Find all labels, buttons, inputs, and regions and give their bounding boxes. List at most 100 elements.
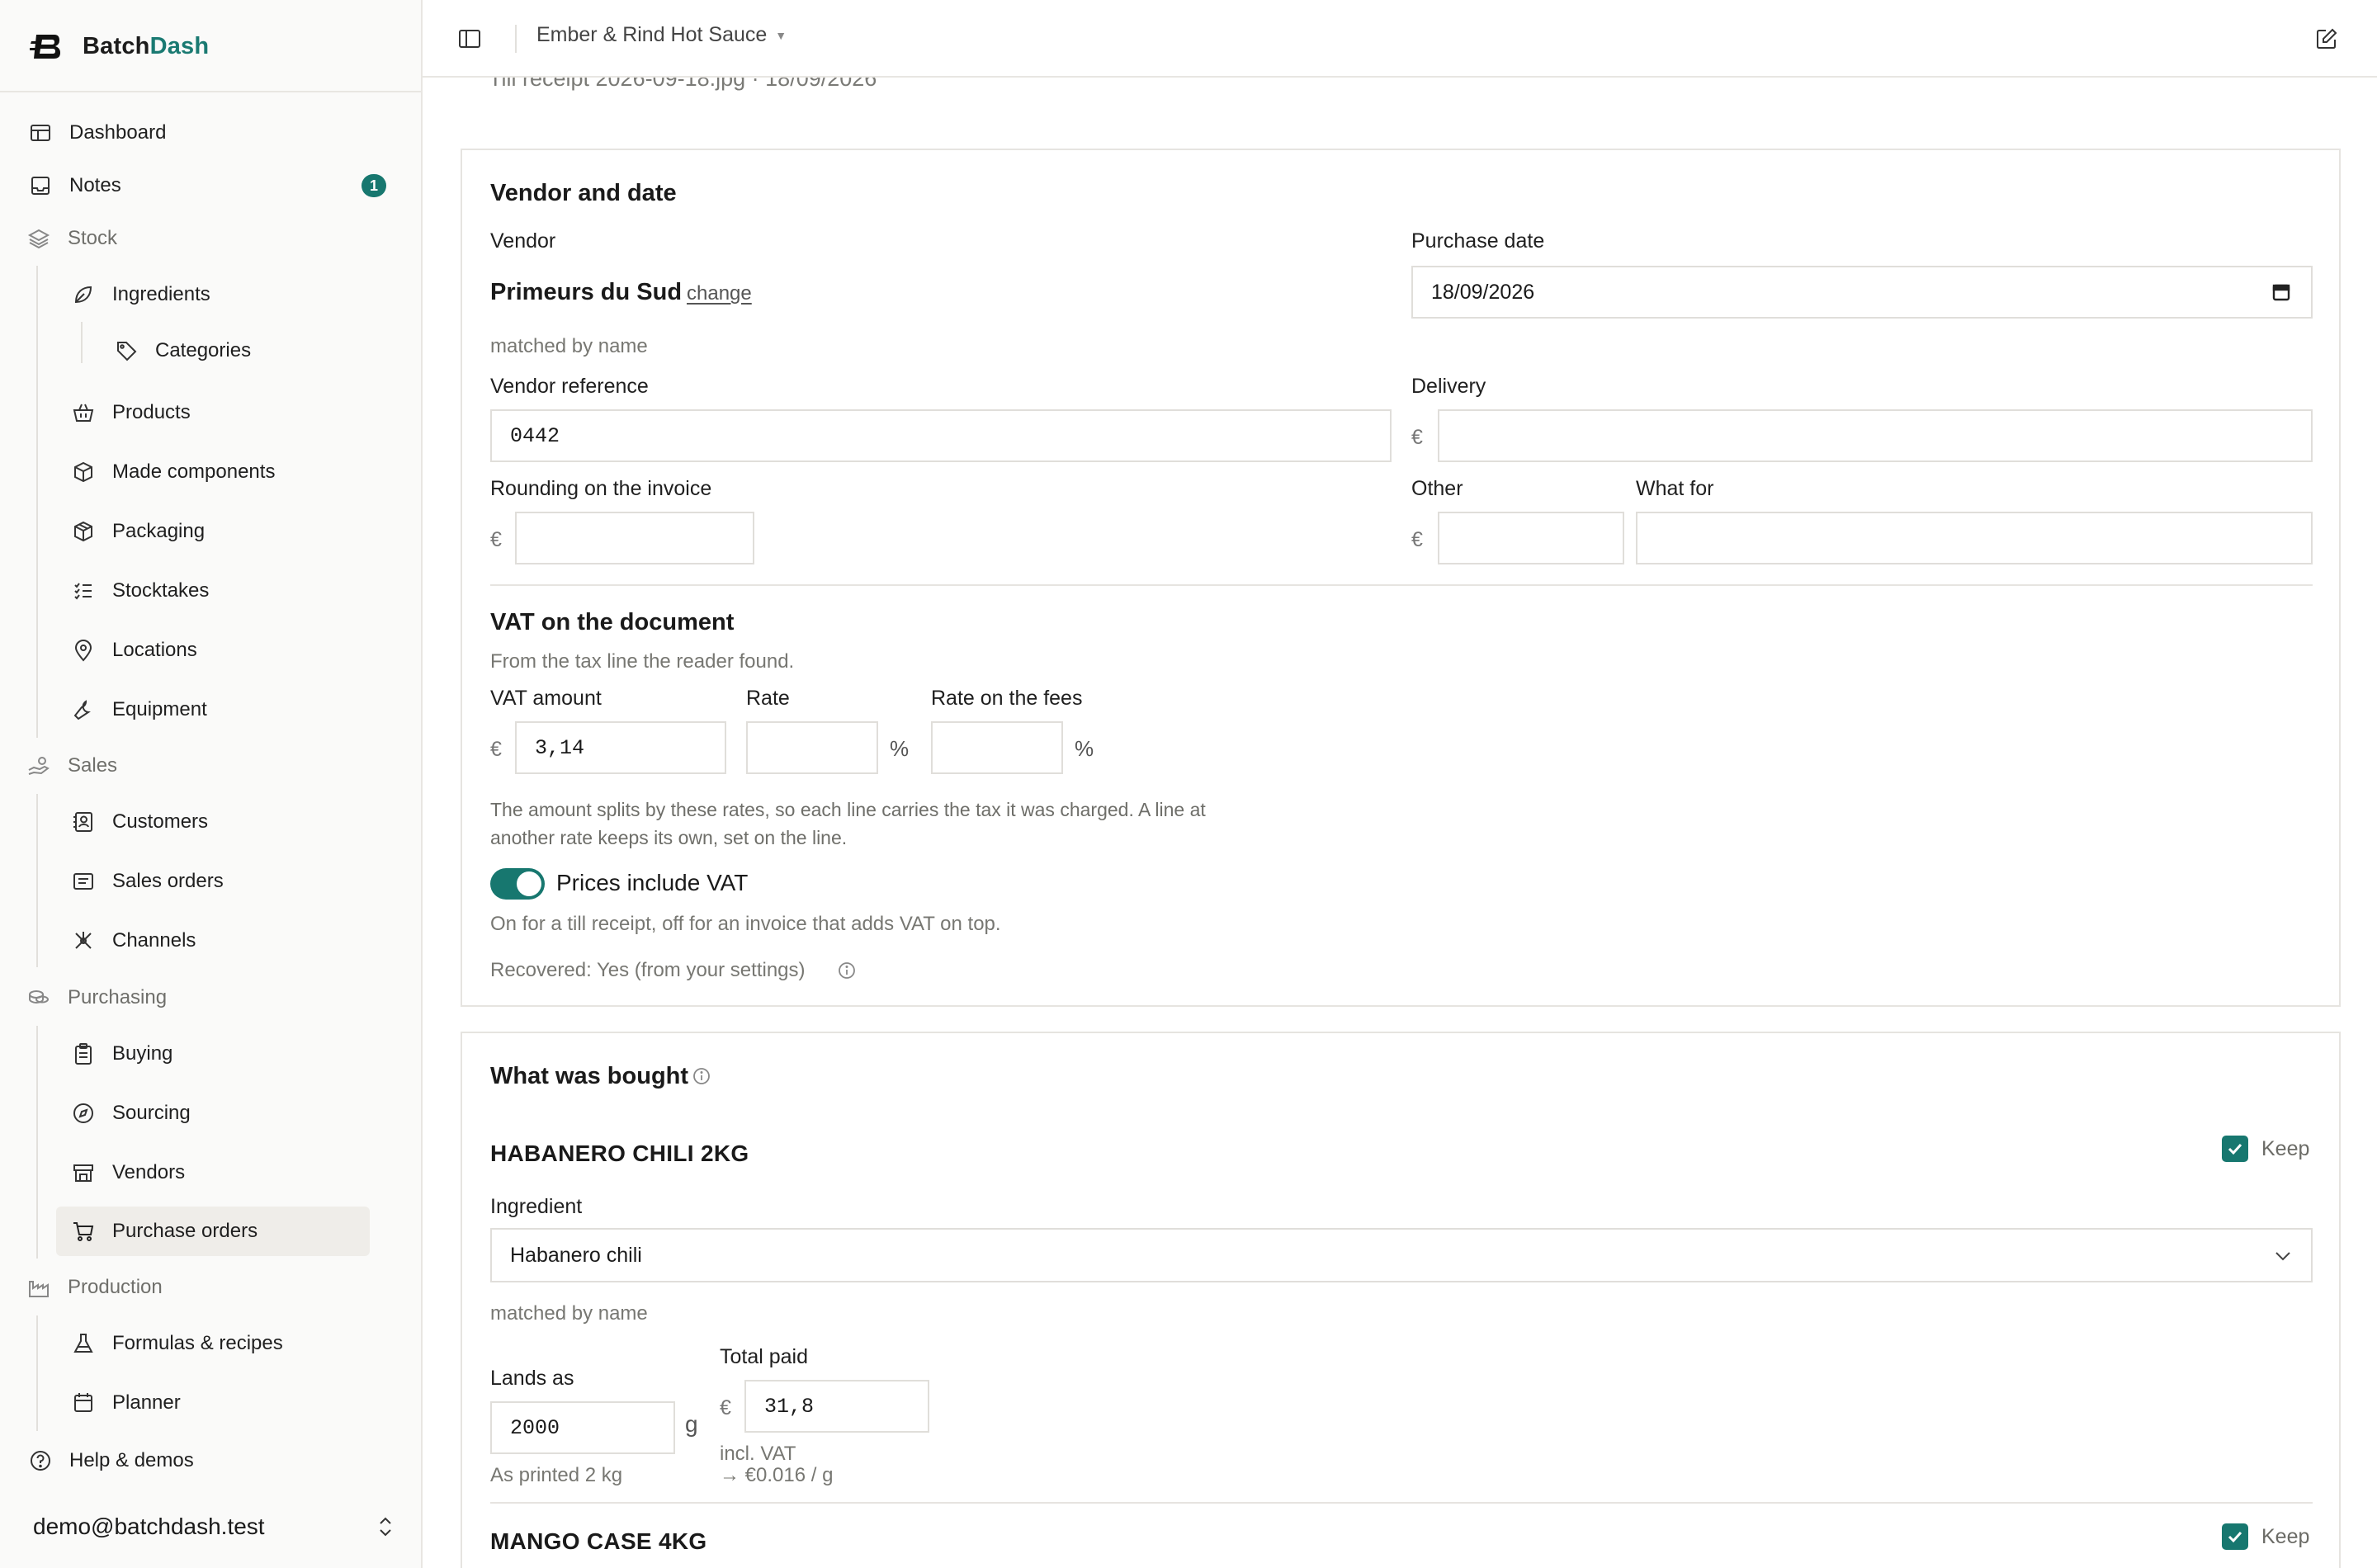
chevrons-up-down-icon [380, 1517, 391, 1537]
sidebar-item-notes[interactable]: Notes 1 [26, 161, 398, 210]
flask-icon [71, 1331, 96, 1356]
vat-amount-input[interactable]: 3,14 [515, 721, 726, 774]
change-vendor-link[interactable]: change [687, 282, 752, 305]
lands-as-input[interactable]: 2000 [490, 1401, 675, 1454]
info-icon[interactable] [692, 1066, 711, 1086]
sidebar-group-stock[interactable]: Stock [26, 214, 399, 263]
other-currency: € [1411, 528, 1423, 551]
factory-icon [26, 1275, 51, 1300]
vendor-reference-input[interactable]: 0442 [490, 409, 1392, 462]
sidebar-item-label: Channels [112, 929, 196, 952]
leaf-icon [71, 282, 96, 307]
unit-price-note: → €0.016 / g [720, 1464, 834, 1486]
sidebar-item-vendors[interactable]: Vendors [56, 1148, 370, 1197]
wrench-icon [71, 697, 96, 722]
what-for-input[interactable] [1636, 512, 2313, 564]
sidebar-item-products[interactable]: Products [56, 388, 370, 437]
keep-checkbox[interactable]: Keep [2222, 1523, 2309, 1550]
vat-rate-input[interactable] [746, 721, 878, 774]
total-paid-input[interactable]: 31,8 [744, 1380, 929, 1433]
store-icon [71, 1160, 96, 1185]
sidebar-item-channels[interactable]: Channels [56, 916, 370, 966]
sidebar-item-label: Products [112, 401, 191, 423]
sidebar-group-sales[interactable]: Sales [26, 741, 399, 791]
sidebar-item-customers[interactable]: Customers [56, 797, 370, 847]
sidebar-item-help[interactable]: Help & demos [26, 1436, 399, 1485]
network-icon [71, 928, 96, 953]
sidebar-group-label: Purchasing [68, 986, 168, 1008]
calendar-picker-icon[interactable] [2271, 282, 2291, 302]
vat-section-title: VAT on the document [490, 609, 735, 635]
vendor-label: Vendor [490, 229, 556, 253]
hand-coins-icon [26, 753, 51, 778]
brand-name-primary: Batch [83, 32, 150, 59]
ingredient-select[interactable]: Habanero chili [490, 1228, 2313, 1282]
brand-divider [0, 91, 421, 92]
prices-include-vat-label: Prices include VAT [556, 870, 749, 895]
sidebar-item-label: Customers [112, 810, 209, 833]
sidebar-group-label: Sales [68, 754, 118, 777]
lands-as-unit: g [685, 1411, 698, 1437]
coins-icon [26, 985, 51, 1010]
purchase-date-input[interactable]: 18/09/2026 [1411, 266, 2313, 319]
vat-split-note-line2: another rate keeps its own, set on the l… [490, 827, 848, 848]
sidebar-item-purchase-orders[interactable]: Purchase orders [56, 1207, 370, 1256]
sidebar-group-production[interactable]: Production [26, 1263, 399, 1312]
other-input[interactable] [1438, 512, 1624, 564]
sidebar-toggle-icon[interactable] [457, 26, 482, 51]
bought-section-title: What was bought [490, 1063, 689, 1089]
user-menu[interactable]: demo@batchdash.test [33, 1504, 396, 1550]
sidebar-item-buying[interactable]: Buying [56, 1029, 370, 1079]
sidebar-item-packaging[interactable]: Packaging [56, 507, 370, 556]
total-paid-currency: € [720, 1396, 731, 1419]
sidebar-item-formulas[interactable]: Formulas & recipes [56, 1319, 370, 1368]
sidebar-item-label: Planner [112, 1391, 181, 1414]
keep-label: Keep [2261, 1136, 2310, 1160]
sidebar-item-label: Buying [112, 1042, 173, 1065]
sidebar-item-label: Sourcing [112, 1102, 191, 1124]
sidebar-item-categories[interactable]: Categories [99, 326, 396, 375]
topbar: Ember & Rind Hot Sauce ▼ [423, 0, 2377, 78]
prices-include-vat-toggle[interactable] [490, 868, 545, 900]
rounding-currency: € [490, 528, 502, 551]
vat-amount-currency: € [490, 738, 502, 761]
sidebar-item-label: Purchase orders [112, 1220, 258, 1242]
sidebar-item-equipment[interactable]: Equipment [56, 685, 370, 734]
ingredient-label: Ingredient [490, 1195, 583, 1218]
workspace-switcher[interactable]: Ember & Rind Hot Sauce ▼ [536, 23, 787, 47]
sidebar-item-label: Dashboard [69, 121, 167, 144]
batchdash-logo-icon [30, 35, 60, 59]
help-circle-icon [28, 1448, 53, 1473]
sidebar-group-purchasing[interactable]: Purchasing [26, 973, 399, 1023]
lands-as-label: Lands as [490, 1367, 574, 1390]
items-card: What was bought HABANERO CHILI 2KG Keep … [461, 1032, 2341, 1568]
info-icon[interactable] [837, 961, 857, 980]
prices-include-vat-note: On for a till receipt, off for an invoic… [490, 913, 1001, 935]
topbar-divider [515, 25, 517, 53]
inbox-icon [28, 173, 53, 198]
sidebar-item-locations[interactable]: Locations [56, 626, 370, 675]
sidebar-item-label: Packaging [112, 520, 206, 542]
edit-icon[interactable] [2314, 26, 2339, 51]
sidebar-item-ingredients[interactable]: Ingredients [56, 270, 370, 319]
sidebar-item-sales-orders[interactable]: Sales orders [56, 857, 370, 906]
keep-checkbox[interactable]: Keep [2222, 1136, 2309, 1162]
sidebar-group-label: Production [68, 1276, 163, 1298]
sidebar-item-sourcing[interactable]: Sourcing [56, 1089, 370, 1138]
fees-rate-percent: % [1075, 736, 1094, 761]
brand[interactable]: BatchDash [30, 28, 209, 64]
delivery-input[interactable] [1438, 409, 2313, 462]
rounding-input[interactable] [515, 512, 754, 564]
keep-label: Keep [2261, 1524, 2310, 1548]
sidebar-item-dashboard[interactable]: Dashboard [26, 108, 399, 158]
fees-rate-input[interactable] [931, 721, 1063, 774]
vendor-vat-card: Vendor and date Vendor Primeurs du Sud c… [461, 149, 2341, 1007]
sidebar-item-label: Stocktakes [112, 579, 210, 602]
sidebar-item-made-components[interactable]: Made components [56, 447, 370, 497]
stock-tree-line [36, 266, 38, 738]
sidebar-item-planner[interactable]: Planner [56, 1378, 370, 1428]
vat-amount-label: VAT amount [490, 687, 602, 710]
vat-recovered-text: Recovered: Yes (from your settings) [490, 959, 806, 981]
as-printed-note: As printed 2 kg [490, 1464, 623, 1486]
sidebar-item-stocktakes[interactable]: Stocktakes [56, 566, 370, 616]
